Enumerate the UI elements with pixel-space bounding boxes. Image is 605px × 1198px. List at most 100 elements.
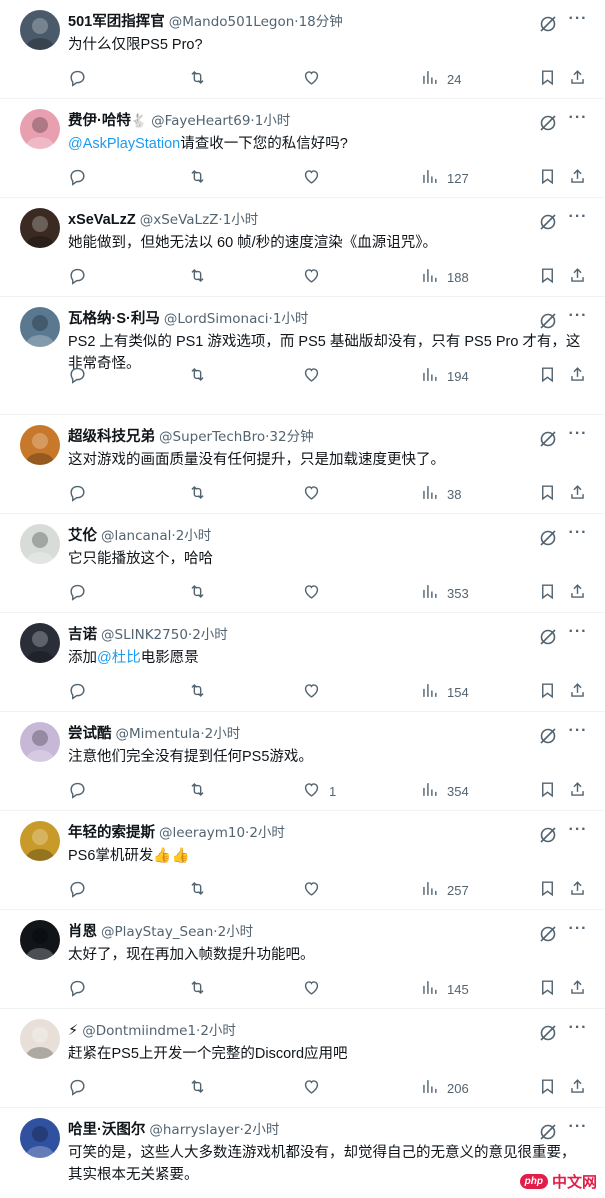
bookmark-button[interactable] [538, 68, 557, 90]
share-button[interactable] [568, 978, 587, 1000]
timestamp[interactable]: 2小时 [249, 825, 285, 841]
grok-icon[interactable] [538, 825, 558, 845]
cartoon-face-avatar[interactable] [20, 524, 60, 564]
timestamp[interactable]: 18分钟 [299, 14, 343, 30]
timestamp[interactable]: 1小时 [223, 212, 259, 228]
views-button[interactable]: 38 [420, 483, 461, 505]
more-options-button[interactable]: ··· [568, 11, 588, 32]
retweet-button[interactable] [188, 167, 215, 189]
grok-icon[interactable] [538, 311, 558, 331]
more-options-button[interactable]: ··· [568, 426, 588, 447]
grok-icon[interactable] [538, 924, 558, 944]
display-name[interactable]: 哈里·沃图尔 [68, 1122, 145, 1138]
grok-icon[interactable] [538, 726, 558, 746]
views-button[interactable]: 24 [420, 68, 461, 90]
reply-button[interactable] [68, 582, 95, 604]
views-button[interactable]: 353 [420, 582, 469, 604]
bookmark-button[interactable] [538, 1077, 557, 1099]
user-handle[interactable]: @LordSimonaci [164, 311, 269, 327]
like-button[interactable] [302, 483, 329, 505]
user-handle[interactable]: @PlayStay_Sean [101, 924, 213, 940]
reply-button[interactable] [68, 681, 95, 703]
like-button[interactable] [302, 266, 329, 288]
reply-item[interactable]: 哈里·沃图尔 @harryslayer·2小时 ··· 可笑的是，这些人大多数连游戏… [0, 1108, 605, 1198]
timestamp[interactable]: 32分钟 [269, 429, 313, 445]
reply-button[interactable] [68, 978, 95, 1000]
views-button[interactable]: 154 [420, 681, 469, 703]
like-button[interactable] [302, 681, 329, 703]
dark-robot-avatar[interactable] [20, 623, 60, 663]
reply-button[interactable] [68, 266, 95, 288]
like-button[interactable] [302, 879, 329, 901]
bookmark-button[interactable] [538, 365, 557, 387]
views-button[interactable]: 145 [420, 978, 469, 1000]
like-button[interactable] [302, 978, 329, 1000]
share-button[interactable] [568, 68, 587, 90]
views-button[interactable]: 354 [420, 780, 469, 802]
retweet-button[interactable] [188, 681, 215, 703]
user-handle[interactable]: @SLINK2750 [101, 627, 188, 643]
reply-item[interactable]: 尝试酷 @Mimentula·2小时 ··· 注意他们完全没有提到任何PS5游戏。 1… [0, 712, 605, 811]
user-handle[interactable]: @xSeVaLzZ [140, 212, 219, 228]
display-name[interactable]: 超级科技兄弟 [68, 429, 155, 445]
user-handle[interactable]: @FayeHeart69 [151, 113, 250, 129]
more-options-button[interactable]: ··· [568, 822, 588, 843]
reply-item[interactable]: 501军团指挥官 @Mando501Legon·18分钟 ··· 为什么仅限PS5 … [0, 0, 605, 99]
share-button[interactable] [568, 582, 587, 604]
grok-icon[interactable] [538, 1122, 558, 1142]
views-button[interactable]: 257 [420, 879, 469, 901]
reply-item[interactable]: 年轻的索提斯 @leeraym10·2小时 ··· PS6掌机研发👍👍 257 [0, 811, 605, 910]
grok-icon[interactable] [538, 627, 558, 647]
grok-icon[interactable] [538, 113, 558, 133]
share-button[interactable] [568, 167, 587, 189]
like-button[interactable] [302, 68, 329, 90]
helmet-soldier-avatar[interactable] [20, 10, 60, 50]
grok-icon[interactable] [538, 212, 558, 232]
share-button[interactable] [568, 879, 587, 901]
reply-button[interactable] [68, 483, 95, 505]
grok-icon[interactable] [538, 528, 558, 548]
bookmark-button[interactable] [538, 483, 557, 505]
timestamp[interactable]: 1小时 [255, 113, 291, 129]
reply-item[interactable]: 肖恩 @PlayStay_Sean·2小时 ··· 太好了，现在再加入帧数提升功能吧… [0, 910, 605, 1009]
reply-button[interactable] [68, 1077, 95, 1099]
like-button[interactable]: 1 [302, 780, 336, 802]
user-handle[interactable]: @harryslayer [149, 1122, 239, 1138]
user-handle[interactable]: @leeraym10 [159, 825, 245, 841]
more-options-button[interactable]: ··· [568, 308, 588, 329]
cartoon-boy-avatar[interactable] [20, 1019, 60, 1059]
display-name[interactable]: ⚡ [68, 1023, 78, 1039]
display-name[interactable]: 费伊·哈特 [68, 113, 131, 129]
timestamp[interactable]: 2小时 [218, 924, 254, 940]
more-options-button[interactable]: ··· [568, 110, 588, 131]
bookmark-button[interactable] [538, 167, 557, 189]
user-handle[interactable]: @Dontmiindme1 [82, 1023, 196, 1039]
bookmark-button[interactable] [538, 879, 557, 901]
more-options-button[interactable]: ··· [568, 525, 588, 546]
dark-character-avatar[interactable] [20, 208, 60, 248]
reply-item[interactable]: 超级科技兄弟 @SuperTechBro·32分钟 ··· 这对游戏的画面质量没有任… [0, 415, 605, 514]
timestamp[interactable]: 1小时 [273, 311, 309, 327]
reply-item[interactable]: 吉诺 @SLINK2750·2小时 ··· 添加@杜比电影愿景 154 [0, 613, 605, 712]
timestamp[interactable]: 2小时 [176, 528, 212, 544]
views-button[interactable]: 194 [420, 365, 469, 387]
retweet-button[interactable] [188, 365, 215, 387]
mention-link[interactable]: @AskPlayStation [68, 136, 180, 152]
reply-button[interactable] [68, 167, 95, 189]
share-button[interactable] [568, 365, 587, 387]
display-name[interactable]: 肖恩 [68, 924, 97, 940]
bearded-man-avatar[interactable] [20, 307, 60, 347]
more-options-button[interactable]: ··· [568, 209, 588, 230]
user-handle[interactable]: @lancanal [101, 528, 171, 544]
like-button[interactable] [302, 1077, 329, 1099]
more-options-button[interactable]: ··· [568, 723, 588, 744]
bookmark-button[interactable] [538, 780, 557, 802]
retweet-button[interactable] [188, 68, 215, 90]
share-button[interactable] [568, 681, 587, 703]
purple-flower-avatar[interactable] [20, 722, 60, 762]
retweet-button[interactable] [188, 879, 215, 901]
spiderman-avatar[interactable] [20, 1118, 60, 1158]
display-name[interactable]: 瓦格纳·S·利马 [68, 311, 160, 327]
more-options-button[interactable]: ··· [568, 1020, 588, 1041]
pink-anime-avatar[interactable] [20, 109, 60, 149]
